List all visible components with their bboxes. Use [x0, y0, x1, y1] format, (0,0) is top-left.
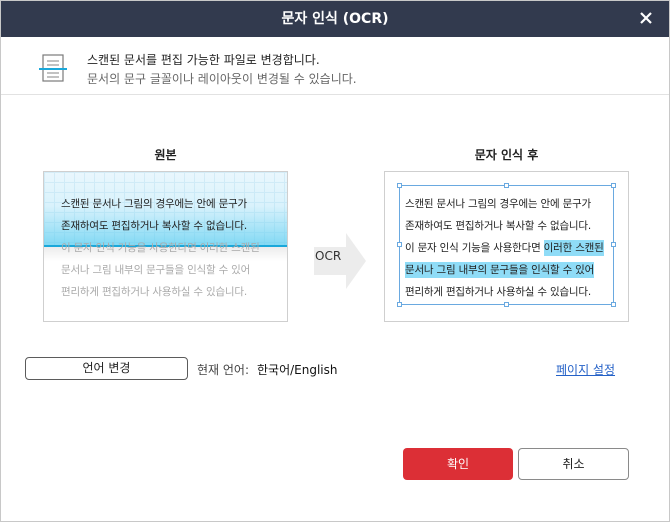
original-title: 원본: [154, 148, 177, 162]
ocr-arrow-label: OCR: [315, 249, 342, 263]
result-title: 문자 인식 후: [474, 148, 539, 162]
current-language-value: 한국어/English: [257, 363, 338, 377]
change-language-button[interactable]: 언어 변경: [25, 357, 188, 380]
resize-handle[interactable]: [611, 302, 616, 307]
current-language-label: 현재 언어:: [197, 363, 250, 377]
result-line: 이 문자 인식 기능을 사용한다면 이러한 스캔된: [405, 240, 604, 256]
resize-handle[interactable]: [611, 242, 616, 247]
cancel-button[interactable]: 취소: [518, 448, 629, 480]
result-line: 존재하여도 편집하거나 복사할 수 없습니다.: [405, 220, 591, 232]
info-description: 스캔된 문서를 편집 가능한 파일로 변경합니다.: [87, 53, 320, 67]
original-line: 편리하게 편집하거나 사용하실 수 있습니다.: [61, 286, 247, 298]
resize-handle[interactable]: [397, 183, 402, 188]
result-line: 스캔된 문서나 그림의 경우에는 안에 문구가: [405, 198, 591, 210]
result-line: 편리하게 편집하거나 사용하실 수 있습니다.: [405, 286, 591, 298]
resize-handle[interactable]: [504, 302, 509, 307]
highlighted-text: 문서나 그림 내부의 문구들을 인식할 수 있어: [405, 262, 595, 278]
result-preview: 스캔된 문서나 그림의 경우에는 안에 문구가 존재하여도 편집하거나 복사할 …: [384, 171, 629, 322]
info-bar: 스캔된 문서를 편집 가능한 파일로 변경합니다. 문서의 문구 글꼴이나 레이…: [1, 37, 669, 95]
dialog-title: 문자 인식 (OCR): [281, 11, 389, 27]
document-scan-icon: [39, 54, 67, 82]
original-line: 문서나 그림 내부의 문구들을 인식할 수 있어: [61, 264, 251, 276]
resize-handle[interactable]: [397, 302, 402, 307]
ocr-dialog: 문자 인식 (OCR) 스캔된 문서를 편집 가능한 파일로 변경합니다. 문서…: [0, 0, 670, 522]
info-note: 문서의 문구 글꼴이나 레이아웃이 변경될 수 있습니다.: [87, 72, 357, 86]
original-line: 이 문자 인식 기능을 사용한다면 이러한 스캔된: [61, 242, 260, 254]
highlighted-text: 이러한 스캔된: [543, 240, 604, 256]
resize-handle[interactable]: [397, 242, 402, 247]
result-line: 문서나 그림 내부의 문구들을 인식할 수 있어: [405, 262, 595, 278]
result-text: 이 문자 인식 기능을 사용한다면: [405, 242, 544, 254]
original-preview: 스캔된 문서나 그림의 경우에는 안에 문구가 존재하여도 편집하거나 복사할 …: [43, 171, 288, 322]
resize-handle[interactable]: [504, 183, 509, 188]
page-settings-link[interactable]: 페이지 설정: [556, 361, 615, 378]
close-icon[interactable]: [639, 11, 653, 25]
resize-handle[interactable]: [611, 183, 616, 188]
original-line: 스캔된 문서나 그림의 경우에는 안에 문구가: [61, 198, 247, 210]
title-bar: 문자 인식 (OCR): [1, 1, 669, 37]
original-line: 존재하여도 편집하거나 복사할 수 없습니다.: [61, 220, 247, 232]
ok-button[interactable]: 확인: [403, 448, 513, 480]
